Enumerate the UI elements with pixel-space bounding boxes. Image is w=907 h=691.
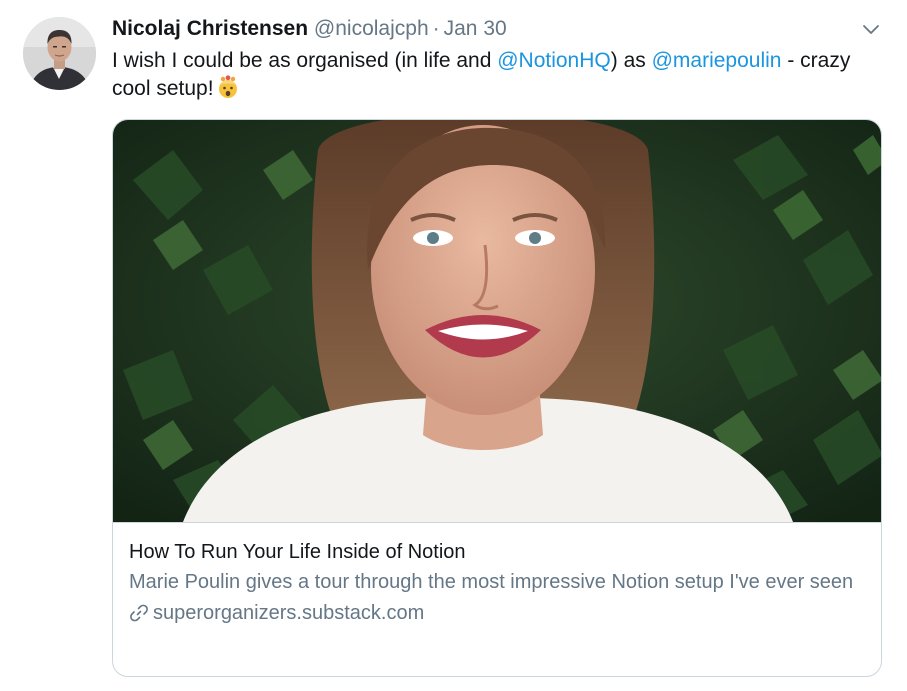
author-name[interactable]: Nicolaj Christensen xyxy=(112,17,308,40)
avatar-photo xyxy=(23,17,96,90)
tweet-header: Nicolaj Christensen @nicolajcph · Jan 30 xyxy=(112,15,507,43)
card-domain[interactable]: superorganizers.substack.com xyxy=(129,599,869,627)
tweet-text-part: ) as xyxy=(610,49,652,72)
mention-link[interactable]: @mariepoulin xyxy=(652,49,782,72)
card-domain-text: superorganizers.substack.com xyxy=(153,602,425,624)
tweet-date[interactable]: Jan 30 xyxy=(444,17,507,40)
author-handle[interactable]: @nicolajcph xyxy=(314,17,429,40)
card-body: How To Run Your Life Inside of Notion Ma… xyxy=(129,539,869,627)
tweet[interactable]: Nicolaj Christensen @nicolajcph · Jan 30 I… xyxy=(0,0,907,691)
link-icon xyxy=(130,604,148,622)
portrait-photo xyxy=(113,120,881,522)
tweet-text: I wish I could be as organised (in life … xyxy=(112,47,892,103)
mention-link[interactable]: @NotionHQ xyxy=(497,49,611,72)
card-image xyxy=(113,120,881,523)
chevron-down-icon[interactable] xyxy=(860,18,882,40)
separator-dot: · xyxy=(432,17,440,40)
card-description: Marie Poulin gives a tour through the mo… xyxy=(129,571,854,593)
exploding-head-emoji-icon xyxy=(216,75,240,99)
avatar[interactable] xyxy=(23,17,96,90)
tweet-text-part: I wish I could be as organised (in life … xyxy=(112,49,498,72)
card-title[interactable]: How To Run Your Life Inside of Notion xyxy=(129,539,869,565)
link-preview-card[interactable]: How To Run Your Life Inside of Notion Ma… xyxy=(112,119,882,677)
